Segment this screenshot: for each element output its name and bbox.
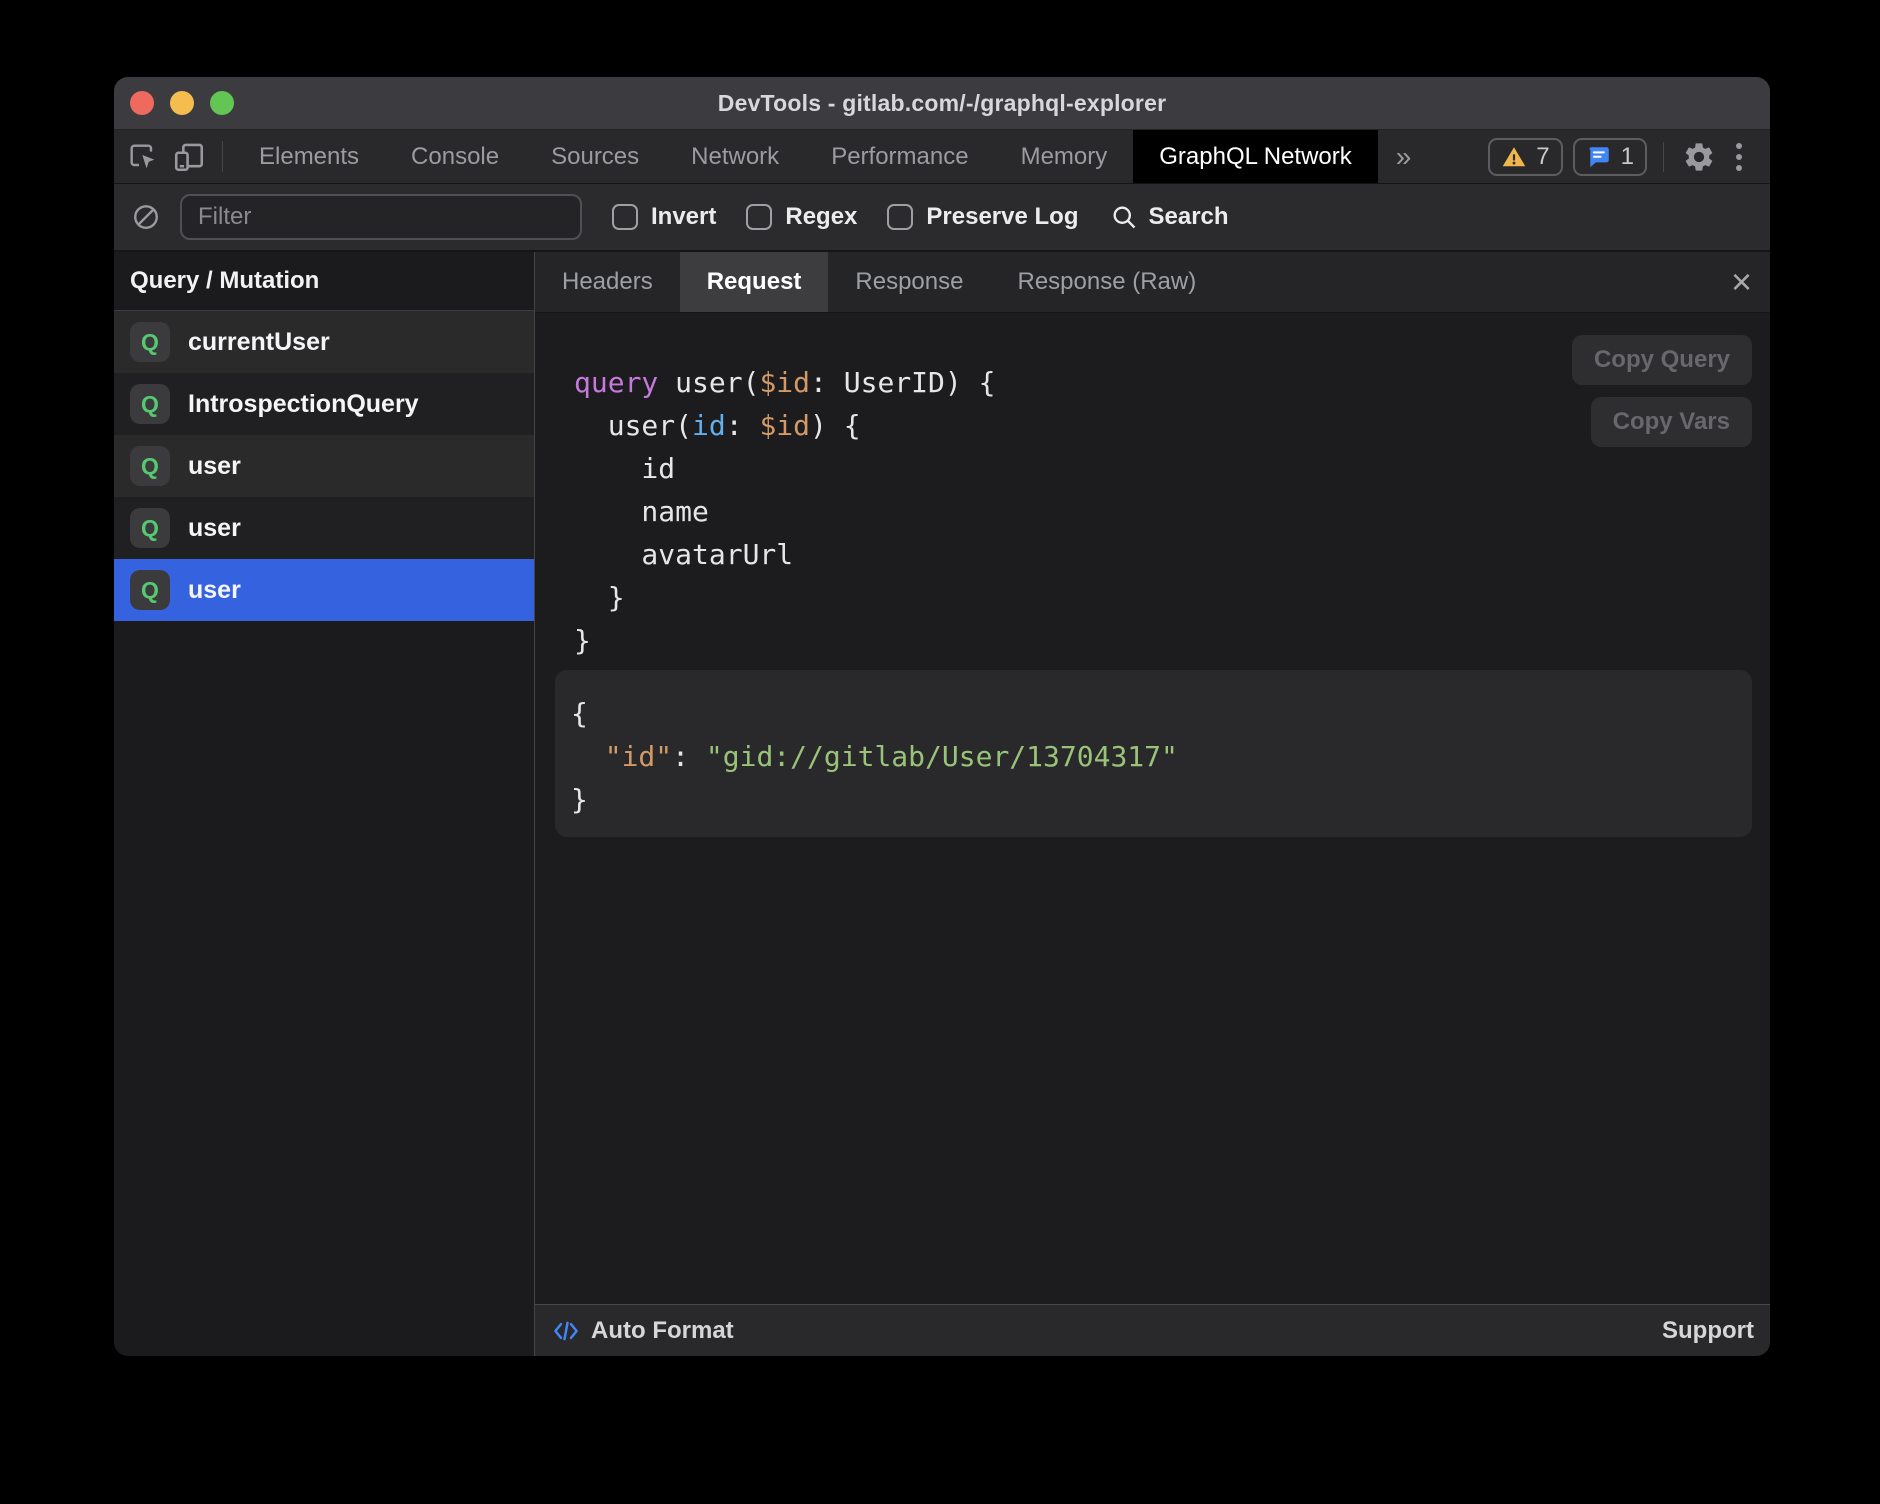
tab-request[interactable]: Request [680,252,829,312]
warning-icon [1501,144,1527,170]
list-item-user-3-selected[interactable]: Q user [114,559,534,621]
query-type-badge: Q [130,508,170,548]
traffic-lights [130,77,234,129]
list-item-user-2[interactable]: Q user [114,497,534,559]
list-item-user-1[interactable]: Q user [114,435,534,497]
title-bar: DevTools - gitlab.com/-/graphql-explorer [114,77,1770,130]
regex-checkbox[interactable] [746,204,772,230]
tab-response[interactable]: Response [828,252,990,312]
close-window-button[interactable] [130,91,154,115]
zoom-window-button[interactable] [210,91,234,115]
query-type-badge: Q [130,384,170,424]
query-type-badge: Q [130,322,170,362]
tab-console[interactable]: Console [385,130,525,183]
query-variables-box: { "id": "gid://gitlab/User/13704317"} [555,670,1752,837]
more-tabs-icon[interactable]: » [1378,130,1430,183]
issues-count: 1 [1621,143,1634,171]
filter-bar: Invert Regex Preserve Log Search [114,184,1770,252]
list-item-currentuser[interactable]: Q currentUser [114,311,534,373]
support-link[interactable]: Support [1662,1317,1754,1345]
devtools-window: DevTools - gitlab.com/-/graphql-explorer… [114,77,1770,1356]
query-type-badge: Q [130,570,170,610]
tab-performance[interactable]: Performance [805,130,994,183]
regex-label: Regex [785,203,857,231]
filter-input[interactable] [180,194,582,240]
tab-memory[interactable]: Memory [995,130,1134,183]
issues-badge[interactable]: 1 [1573,138,1647,176]
close-detail-icon[interactable]: × [1713,252,1770,312]
invert-checkbox[interactable] [612,204,638,230]
minimize-window-button[interactable] [170,91,194,115]
warning-count: 7 [1536,143,1549,171]
tab-sources[interactable]: Sources [525,130,665,183]
message-bubble-icon [1586,144,1612,170]
query-type-badge: Q [130,446,170,486]
window-title: DevTools - gitlab.com/-/graphql-explorer [718,90,1166,117]
detail-tabs: Headers Request Response Response (Raw) … [535,252,1770,313]
toolbar-separator [1663,142,1664,172]
invert-label: Invert [651,203,716,231]
settings-gear-icon[interactable] [1676,140,1722,174]
inspect-element-icon[interactable] [120,130,166,183]
detail-footer: Auto Format Support [535,1304,1770,1356]
tab-headers[interactable]: Headers [535,252,680,312]
toggle-device-toolbar-icon[interactable] [166,130,212,183]
search-toggle[interactable]: Search [1110,203,1228,231]
panel-tabs: Elements Console Sources Network Perform… [233,130,1378,183]
copy-vars-button[interactable]: Copy Vars [1591,397,1752,447]
list-item-introspectionquery[interactable]: Q IntrospectionQuery [114,373,534,435]
query-list-panel: Query / Mutation Q currentUser Q Introsp… [114,252,535,1356]
devtools-toolbar: Elements Console Sources Network Perform… [114,130,1770,184]
clear-block-icon[interactable] [128,202,164,232]
request-content: query user($id: UserID) { user(id: $id) … [535,313,1770,1304]
main-area: Query / Mutation Q currentUser Q Introsp… [114,252,1770,1356]
auto-format-button[interactable]: Auto Format [551,1316,734,1346]
tab-graphql-network[interactable]: GraphQL Network [1133,130,1378,183]
toolbar-separator [222,141,223,172]
more-options-icon[interactable] [1722,143,1756,171]
tab-network[interactable]: Network [665,130,805,183]
warnings-badge[interactable]: 7 [1488,138,1562,176]
preserve-log-checkbox-group[interactable]: Preserve Log [887,203,1078,231]
tab-elements[interactable]: Elements [233,130,385,183]
regex-checkbox-group[interactable]: Regex [746,203,857,231]
detail-panel: Headers Request Response Response (Raw) … [535,252,1770,1356]
toolbar-right: 7 1 [1478,130,1770,183]
query-list-header: Query / Mutation [114,252,534,311]
code-brackets-icon [551,1316,581,1346]
search-label: Search [1148,203,1228,231]
search-icon [1110,203,1138,231]
preserve-log-label: Preserve Log [926,203,1078,231]
copy-query-button[interactable]: Copy Query [1572,335,1752,385]
tab-response-raw[interactable]: Response (Raw) [990,252,1223,312]
invert-checkbox-group[interactable]: Invert [612,203,716,231]
preserve-log-checkbox[interactable] [887,204,913,230]
